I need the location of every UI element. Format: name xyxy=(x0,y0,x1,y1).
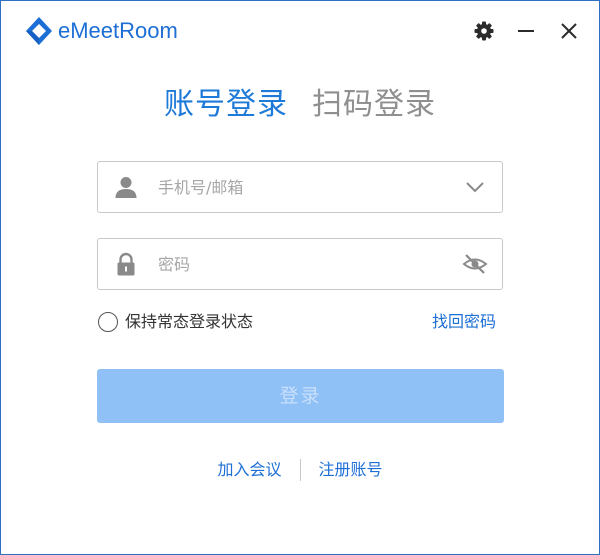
tab-account-login[interactable]: 账号登录 xyxy=(164,83,288,127)
forgot-password-link[interactable]: 找回密码 xyxy=(432,310,496,334)
join-meeting-link[interactable]: 加入会议 xyxy=(217,458,281,482)
app-logo-icon xyxy=(26,17,52,45)
login-button[interactable]: 登录 xyxy=(97,369,504,423)
remember-label: 保持常态登录状态 xyxy=(125,312,254,331)
close-button[interactable] xyxy=(556,18,582,44)
password-input[interactable] xyxy=(158,251,438,277)
minimize-button[interactable] xyxy=(513,18,539,44)
settings-gear-icon xyxy=(474,21,494,41)
account-field[interactable] xyxy=(97,161,503,213)
login-mode-tabs: 账号登录 扫码登录 xyxy=(1,83,599,127)
footer-divider xyxy=(299,459,301,481)
chevron-down-icon[interactable] xyxy=(462,175,488,199)
title-bar[interactable]: eMeetRoom xyxy=(1,1,599,61)
eye-slash-icon[interactable] xyxy=(462,252,488,276)
tab-qr-login[interactable]: 扫码登录 xyxy=(312,83,436,127)
footer-links: 加入会议 注册账号 xyxy=(1,458,599,482)
remember-login-option[interactable]: 保持常态登录状态 xyxy=(98,310,253,334)
register-account-link[interactable]: 注册账号 xyxy=(319,458,383,482)
account-input[interactable] xyxy=(158,174,438,200)
remember-radio[interactable] xyxy=(98,312,118,332)
password-field[interactable] xyxy=(97,238,503,290)
settings-button[interactable] xyxy=(471,18,497,44)
lock-icon xyxy=(117,252,135,276)
minimize-icon xyxy=(518,30,534,32)
user-icon xyxy=(115,177,137,198)
close-icon xyxy=(561,23,577,39)
login-window: eMeetRoom 账号登录 扫码登录 手机号/邮箱 保持常态登录状态 找回密码… xyxy=(0,0,600,555)
app-name: eMeetRoom xyxy=(58,18,178,43)
